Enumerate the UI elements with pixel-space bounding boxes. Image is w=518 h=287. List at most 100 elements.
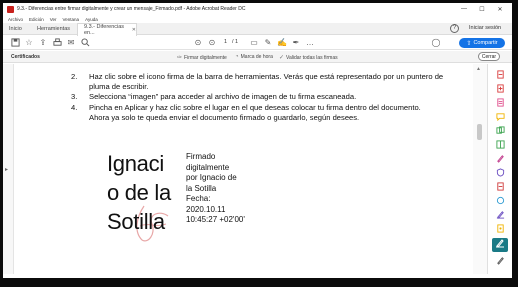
tab-label: Inicio (9, 26, 22, 32)
scroll-thumb[interactable] (477, 124, 482, 140)
page-current[interactable]: 1 (224, 39, 227, 45)
signature-name-line: Sotilla (107, 209, 165, 234)
window-title: 9.3.- Diferencias entre firmar digitalme… (17, 6, 246, 12)
chat-icon[interactable]: ◯ (431, 38, 441, 48)
share-icon: ⇧ (466, 40, 472, 47)
upload-icon[interactable]: ⇪ (38, 38, 48, 48)
scroll-up-icon[interactable]: ▲ (476, 66, 481, 72)
signature-name[interactable]: Ignaci o de la Sotilla (107, 149, 177, 236)
instructions-list: 2. Haz clic sobre el icono firma de la b… (71, 72, 456, 123)
validate-icon: ✓ (279, 55, 285, 61)
share-button[interactable]: ⇧ Compartir (459, 38, 505, 48)
export-pdf-icon[interactable] (495, 70, 505, 80)
prev-page-icon[interactable]: ⊙ (193, 38, 203, 48)
signature-detail-line: Firmado (186, 152, 216, 161)
step-text: Pincha en Aplicar y haz clic sobre el lu… (89, 102, 421, 112)
compress-icon[interactable] (495, 182, 505, 192)
tool-label: Marca de hora (240, 54, 273, 60)
clock-icon: ◔ (235, 54, 239, 60)
screen-frame: 9.3.- Diferencias entre firmar digitalme… (0, 0, 518, 287)
search-icon[interactable] (80, 38, 90, 48)
signature-detail-line: 10:45:27 +02'00' (186, 215, 245, 224)
more-icon[interactable]: … (305, 38, 315, 48)
tab-inicio[interactable]: Inicio (3, 23, 31, 35)
draw-icon[interactable]: ✍ (277, 38, 287, 48)
signature-name-line: o de la (107, 180, 171, 205)
tab-document[interactable]: 9.3.- Diferencias en... ✕ (77, 23, 137, 36)
tool-label: Firmar digitalmente (184, 54, 227, 61)
document-page: 2. Haz clic sobre el icono firma de la b… (14, 64, 473, 274)
menu-ayuda[interactable]: Ayuda (85, 17, 98, 22)
sign-icon[interactable]: ✒ (291, 38, 301, 48)
close-tab-icon[interactable]: ✕ (132, 27, 136, 33)
signature-detail-line: la Sotilla (186, 183, 217, 193)
signature-detail-line: 2020.10.11 (186, 204, 226, 214)
close-window-button[interactable]: ✕ (492, 3, 508, 15)
timestamp-tool[interactable]: ◔ Marca de hora (235, 54, 273, 60)
step-number: 3. (71, 92, 78, 102)
next-page-icon[interactable]: ⊙ (207, 38, 217, 48)
menu-ventana[interactable]: Ventana (63, 17, 80, 22)
minimize-button[interactable]: — (456, 3, 472, 15)
menu-archivo[interactable]: Archivo (8, 17, 23, 22)
email-icon[interactable]: ✉ (66, 38, 76, 48)
certificates-label: Certificados (11, 54, 40, 60)
edit-pdf-icon[interactable] (495, 98, 505, 108)
step-number: 2. (71, 72, 78, 81)
tab-label: 9.3.- Diferencias en... (84, 24, 125, 36)
right-tools-panel (487, 64, 512, 274)
settings-icon[interactable] (495, 256, 505, 266)
step-continuation: Ahora ya solo te queda enviar el documen… (89, 112, 360, 122)
menu-edicion[interactable]: Edición (29, 17, 44, 22)
signature-detail-line: Fecha: (186, 194, 211, 203)
comment-icon[interactable]: ▭ (249, 38, 259, 48)
acrobat-app-icon (7, 5, 14, 13)
protect-icon[interactable] (495, 168, 505, 178)
send-signature-icon[interactable] (495, 210, 505, 220)
save-icon[interactable] (10, 38, 20, 48)
signature-detail-line: por Ignacio de (186, 173, 237, 182)
acrobat-window: 9.3.- Diferencias entre firmar digitalme… (3, 3, 512, 278)
close-certificates-button[interactable]: Cerrar (478, 52, 500, 61)
print-icon[interactable] (52, 38, 62, 48)
share-label: Compartir (473, 40, 498, 46)
expand-left-panel-icon[interactable]: ▸ (5, 166, 8, 173)
step-continuation: pluma de escribir. (89, 82, 149, 92)
maximize-button[interactable]: ☐ (474, 3, 490, 15)
step-text: Haz clic sobre el icono firma de la barr… (89, 72, 444, 81)
vertical-scrollbar[interactable]: ▲ (473, 64, 487, 274)
signin-link[interactable]: Iniciar sesión (469, 25, 501, 31)
tab-herramientas[interactable]: Herramientas (31, 23, 75, 35)
validate-signatures-tool[interactable]: ✓ Validar todas las firmas (279, 54, 338, 62)
comment-tool-icon[interactable] (495, 112, 505, 122)
tab-label: Herramientas (37, 26, 71, 32)
signature-detail-line: digitalmente (186, 162, 230, 172)
step-number: 4. (71, 102, 78, 112)
bookmark-star-icon[interactable]: ☆ (24, 38, 34, 48)
signature-name-line: Ignaci (107, 151, 164, 176)
scan-icon[interactable] (495, 196, 505, 206)
left-navigation-strip: ▸ (3, 64, 14, 274)
fill-sign-icon[interactable] (495, 154, 505, 164)
list-item: 3. Selecciona “imagen” para acceder al a… (71, 92, 456, 102)
menu-ver[interactable]: Ver (50, 17, 57, 22)
certificates-toolbar: Certificados ✑ Firmar digitalmente ◔ Mar… (3, 51, 512, 63)
list-item: 4. Pincha en Aplicar y haz clic sobre el… (71, 103, 456, 113)
more-tools-icon[interactable] (495, 224, 505, 234)
signature-details[interactable]: Firmado digitalmente por Ignacio de la S… (186, 152, 256, 226)
certificates-icon[interactable] (492, 238, 508, 252)
tool-label: Validar todas las firmas (286, 54, 338, 61)
pen-icon: ✑ (177, 55, 183, 61)
title-bar: 9.3.- Diferencias entre firmar digitalme… (3, 3, 512, 15)
create-pdf-icon[interactable] (495, 84, 505, 94)
organize-icon[interactable] (495, 140, 505, 150)
list-item: 2. Haz clic sobre el icono firma de la b… (71, 72, 456, 82)
tab-bar: Inicio Herramientas 9.3.- Diferencias en… (3, 23, 512, 36)
combine-icon[interactable] (495, 126, 505, 136)
page-total: / 1 (232, 39, 239, 45)
step-text: Selecciona “imagen” para acceder al arch… (89, 92, 357, 102)
highlight-pen-icon[interactable]: ✎ (263, 38, 273, 48)
help-icon[interactable]: ? (450, 24, 459, 33)
menu-bar: Archivo Edición Ver Ventana Ayuda (3, 15, 512, 23)
sign-digitally-tool[interactable]: ✑ Firmar digitalmente (177, 54, 227, 62)
